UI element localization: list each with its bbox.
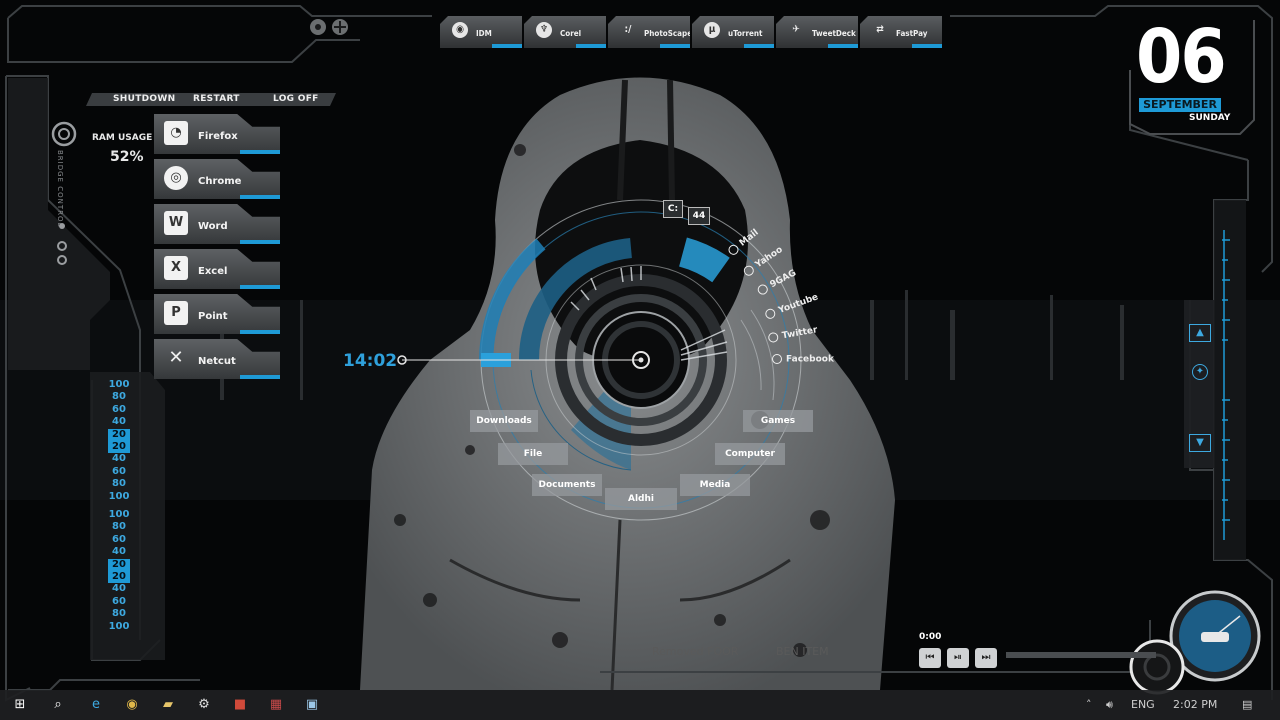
volume-scale-bottom: 100 80 60 40 20 20 40 60 80 100 (108, 509, 130, 632)
app-red-icon[interactable]: ■ (230, 695, 250, 715)
accent-bar (240, 195, 280, 199)
netcut-icon: ✕ (168, 347, 184, 368)
tray-clock[interactable]: 2:02 PM (1173, 698, 1217, 711)
notification-icon[interactable]: ▤ (1242, 698, 1252, 711)
accent-bar (240, 375, 280, 379)
app-label: Word (198, 221, 228, 232)
volume-scale-top: 100 80 60 40 20 20 40 60 80 100 (108, 379, 130, 502)
now-playing-left: Removed FOOR (652, 645, 739, 658)
link-dot-icon (772, 354, 782, 364)
tweetdeck-icon: ✈ (792, 24, 800, 35)
drive-indicator[interactable]: C: (663, 200, 683, 218)
media-progress-track[interactable] (1006, 652, 1156, 658)
folder-aldhi[interactable]: Aldhi (605, 488, 677, 510)
play-pause-button[interactable]: ⏯ (947, 648, 969, 668)
media-time: 0:00 (919, 632, 942, 642)
file-explorer-icon[interactable]: ▰ (158, 695, 178, 715)
folder-computer[interactable]: Computer (715, 443, 785, 465)
chrome-icon: ◎ (164, 166, 188, 190)
shutdown-button[interactable]: SHUTDOWN (113, 94, 175, 106)
scroll-up-button[interactable]: ▲ (1189, 324, 1211, 342)
top-app-tweetdeck[interactable]: ✈ TweetDeck (776, 16, 858, 48)
accent-bar (828, 44, 858, 48)
app-label: Netcut (198, 356, 236, 367)
idm-icon: ◉ (452, 22, 468, 38)
top-app-label: IDM (476, 29, 492, 38)
app-label: Excel (198, 266, 228, 277)
power-icon[interactable] (1145, 655, 1169, 679)
accent-bar (240, 150, 280, 154)
accent-bar (240, 330, 280, 334)
app-taskbar-icon[interactable]: ▦ (266, 695, 286, 715)
folder-media[interactable]: Media (680, 474, 750, 496)
volume-icon[interactable]: 🔊︎ (1106, 698, 1113, 712)
top-app-photoscape[interactable]: :/ PhotoScape (608, 16, 690, 48)
app-label: Firefox (198, 131, 238, 142)
bridge-control-label: BRIDGE CONTROL (56, 150, 64, 228)
word-icon: W (164, 211, 188, 235)
previous-button[interactable]: ⏮ (919, 648, 941, 668)
folder-file[interactable]: File (498, 443, 568, 465)
search-icon[interactable]: ⌕ (48, 695, 68, 715)
count-indicator: 44 (688, 207, 710, 225)
scroll-down-button[interactable]: ▼ (1189, 434, 1211, 452)
top-app-label: Corel (560, 29, 582, 38)
clock-time: 14:02 (343, 351, 398, 371)
powerpoint-icon: P (164, 301, 188, 325)
date-weekday: SUNDAY (1189, 113, 1231, 123)
accent-bar (492, 44, 522, 48)
top-app-label: FastPay (896, 29, 928, 38)
next-button[interactable]: ⏭ (975, 648, 997, 668)
app-label: Point (198, 311, 228, 322)
accent-bar (240, 240, 280, 244)
photoscape-icon: :/ (624, 24, 632, 35)
accent-bar (912, 44, 942, 48)
photos-icon[interactable]: ▣ (302, 695, 322, 715)
date-day: 06 (1136, 14, 1227, 100)
accent-bar (744, 44, 774, 48)
accent-bar (660, 44, 690, 48)
center-button[interactable]: ✦ (1192, 364, 1208, 380)
fastpay-icon: ⇄ (876, 24, 884, 35)
ram-usage-value: 52% (110, 149, 144, 165)
folder-documents[interactable]: Documents (532, 474, 602, 496)
tray-chevron-icon[interactable]: ˄ (1086, 698, 1092, 711)
corel-icon: ♆ (536, 22, 552, 38)
accent-bar (240, 285, 280, 289)
top-app-corel[interactable]: ♆ Corel (524, 16, 606, 48)
top-app-label: uTorrent (728, 29, 763, 38)
excel-icon: X (164, 256, 188, 280)
link-dot-icon (767, 331, 780, 344)
restart-button[interactable]: RESTART (193, 94, 240, 106)
ram-usage-label: RAM USAGE (92, 133, 153, 143)
firefox-icon: ◔ (164, 121, 188, 145)
date-month: SEPTEMBER (1139, 98, 1221, 112)
language-indicator[interactable]: ENG (1131, 698, 1155, 711)
edge-icon[interactable]: e (86, 695, 106, 715)
app-label: Chrome (198, 176, 242, 187)
utorrent-icon: µ (704, 22, 720, 38)
top-app-fastpay[interactable]: ⇄ FastPay (860, 16, 942, 48)
top-app-label: PhotoScape (644, 29, 693, 38)
top-app-idm[interactable]: ◉ IDM (440, 16, 522, 48)
logoff-button[interactable]: LOG OFF (273, 94, 319, 106)
settings-icon[interactable]: ⚙ (194, 695, 214, 715)
accent-bar (576, 44, 606, 48)
folder-games[interactable]: Games (743, 410, 813, 432)
link-facebook[interactable]: Facebook (772, 354, 834, 365)
now-playing-right: BEN ITEM (776, 645, 829, 658)
top-app-utorrent[interactable]: µ uTorrent (692, 16, 774, 48)
chrome-taskbar-icon[interactable]: ◉ (122, 695, 142, 715)
windows-start-icon[interactable]: ⊞ (10, 695, 30, 715)
folder-downloads[interactable]: Downloads (470, 410, 538, 432)
top-app-label: TweetDeck (812, 29, 856, 38)
